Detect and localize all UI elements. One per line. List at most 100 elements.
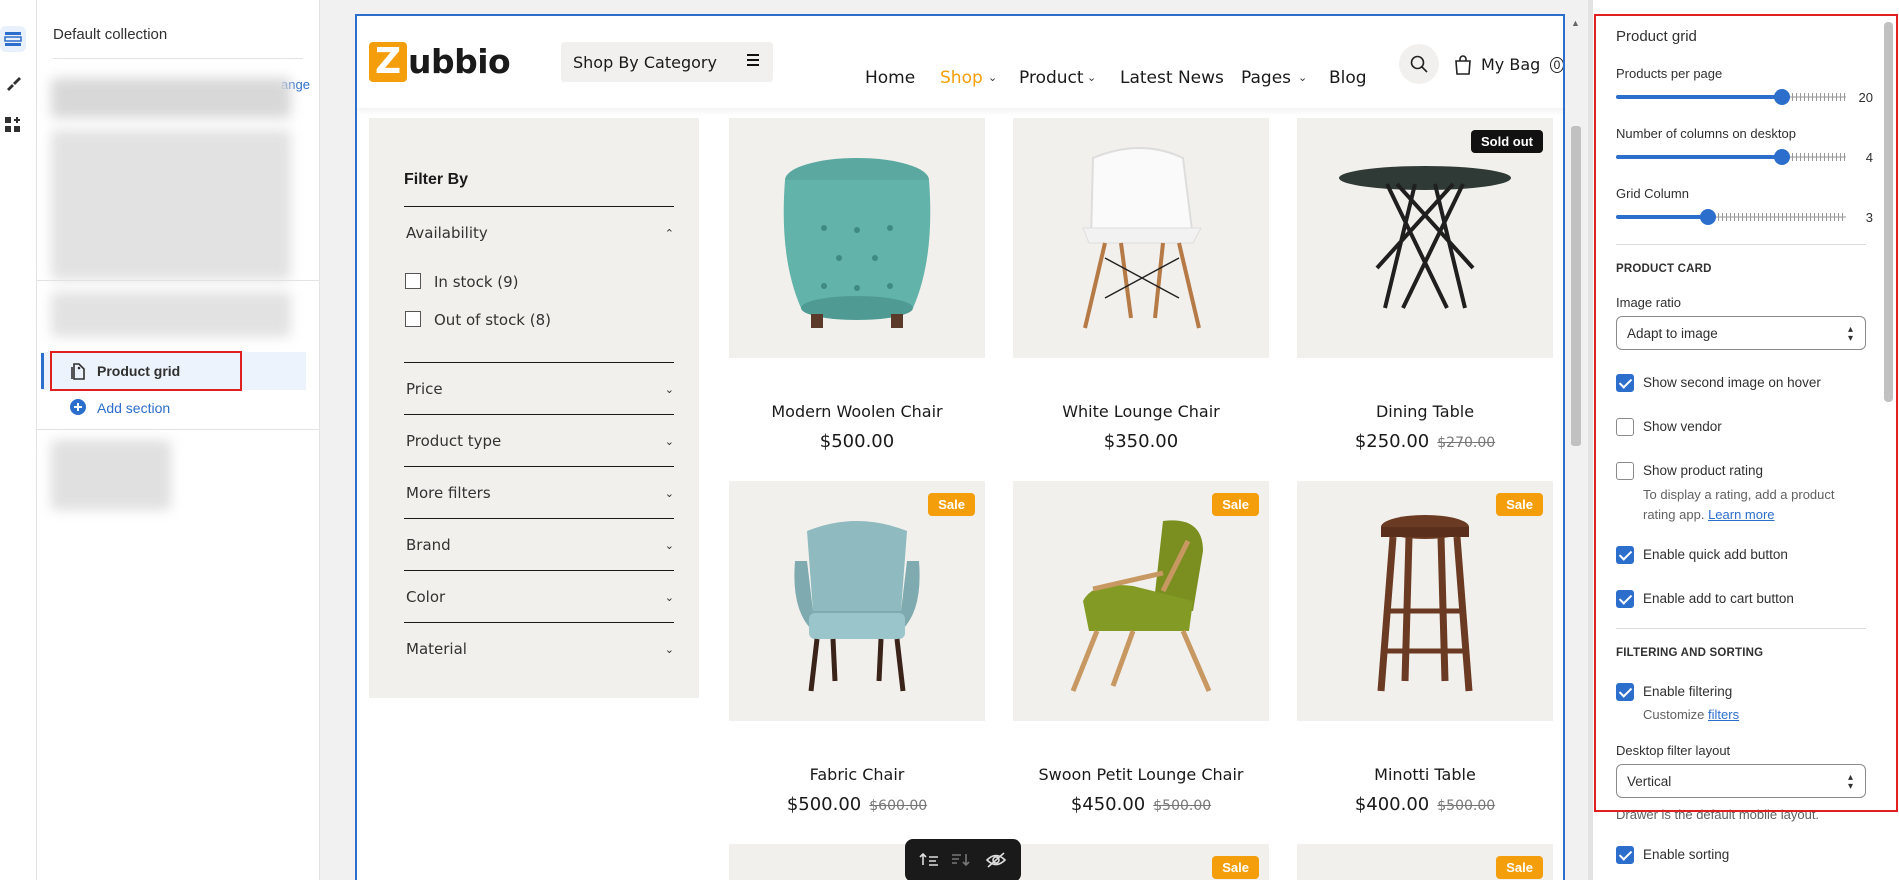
quick-add-checkbox[interactable]	[1616, 546, 1634, 564]
shopping-bag-icon[interactable]	[1452, 54, 1474, 81]
nav-pages[interactable]: Pages	[1241, 68, 1291, 88]
product-image[interactable]: Sale	[729, 481, 985, 721]
filters-link[interactable]: filters	[1708, 707, 1739, 722]
rating-hint: To display a rating, add a product ratin…	[1643, 485, 1835, 525]
product-title[interactable]: White Lounge Chair	[1013, 402, 1269, 421]
theme-settings-brush-icon[interactable]	[0, 70, 26, 96]
product-image[interactable]	[1013, 118, 1269, 358]
learn-more-link[interactable]: Learn more	[1708, 507, 1774, 522]
sale-badge: Sale	[1212, 856, 1259, 879]
nav-home[interactable]: Home	[865, 68, 915, 88]
quick-add-label: Enable quick add button	[1643, 547, 1788, 562]
product-image[interactable]: Sold out	[1297, 118, 1553, 358]
show-rating-checkbox[interactable]	[1616, 462, 1634, 480]
filter-availability-toggle[interactable]: Availability ⌃	[404, 206, 674, 258]
shop-by-category-button[interactable]: Shop By Category	[561, 42, 773, 82]
move-down-icon[interactable]	[951, 851, 971, 874]
product-image[interactable]: Sale	[1013, 844, 1269, 880]
enable-sorting-checkbox[interactable]	[1616, 846, 1634, 864]
grid-column-slider[interactable]	[1616, 208, 1846, 226]
scroll-up-arrow-icon[interactable]: ▲	[1571, 18, 1580, 28]
storefront-preview: Z ubbio Shop By Category Home Shop ⌄ Pro…	[355, 14, 1565, 880]
category-button-label: Shop By Category	[573, 53, 717, 72]
settings-scrollbar-thumb[interactable]	[1884, 22, 1893, 402]
compare-at-price: $600.00	[869, 798, 928, 814]
product-card[interactable]: Sale Swoon Petit Lounge Chair $450.00 $50…	[1013, 481, 1269, 815]
product-image[interactable]: Sale	[1297, 844, 1553, 880]
filter-more-filters-toggle[interactable]: More filters ⌄	[404, 466, 674, 518]
product-title[interactable]: Swoon Petit Lounge Chair	[1013, 765, 1269, 784]
show-rating-label: Show product rating	[1643, 463, 1764, 478]
compare-at-price: $500.00	[1153, 798, 1212, 814]
product-image[interactable]: Sale	[1297, 481, 1553, 721]
fabric-chair-image	[794, 521, 920, 692]
out-of-stock-checkbox[interactable]	[405, 311, 421, 327]
customize-filters-hint: Customize filters	[1643, 705, 1739, 725]
logo-text[interactable]: ubbio	[408, 42, 511, 81]
product-title[interactable]: Dining Table	[1297, 402, 1553, 421]
minotti-stool-image	[1377, 515, 1473, 692]
hamburger-icon	[746, 53, 760, 72]
divider	[53, 58, 303, 59]
in-stock-checkbox[interactable]	[405, 273, 421, 289]
add-to-cart-checkbox[interactable]	[1616, 590, 1634, 608]
show-second-image-label: Show second image on hover	[1643, 375, 1821, 390]
filtering-header: FILTERING AND SORTING	[1616, 647, 1764, 659]
product-card[interactable]: Modern Woolen Chair $500.00	[729, 118, 985, 452]
chevron-down-icon: ⌄	[1087, 72, 1097, 84]
slider-thumb	[1773, 149, 1790, 165]
filter-label: Brand	[406, 536, 451, 554]
product-card[interactable]: Sold out Dining Table $250.00 $270.00	[1297, 118, 1553, 452]
product-card[interactable]: White Lounge Chair $350.00	[1013, 118, 1269, 452]
filter-material-toggle[interactable]: Material ⌄	[404, 622, 674, 674]
search-button[interactable]	[1399, 44, 1439, 84]
enable-filtering-checkbox[interactable]	[1616, 683, 1634, 701]
sections-icon[interactable]	[0, 26, 26, 52]
show-vendor-checkbox[interactable]	[1616, 418, 1634, 436]
logo-mark[interactable]: Z	[369, 42, 407, 82]
image-ratio-value: Adapt to image	[1627, 326, 1718, 341]
filter-brand-toggle[interactable]: Brand ⌄	[404, 518, 674, 570]
select-arrows-icon: ▴ ▾	[1847, 772, 1853, 792]
product-card[interactable]: Sale Fabric Chair $500.00 $600.00	[729, 481, 985, 815]
chevron-down-icon: ⌄	[664, 384, 674, 396]
move-up-icon[interactable]	[919, 851, 939, 874]
product-title[interactable]: Fabric Chair	[729, 765, 985, 784]
show-second-image-checkbox[interactable]	[1616, 374, 1634, 392]
plus-circle-icon[interactable]	[70, 399, 86, 420]
product-title[interactable]: Modern Woolen Chair	[729, 402, 985, 421]
hide-eye-icon[interactable]	[985, 851, 1007, 874]
my-bag-link[interactable]: My Bag	[1481, 55, 1540, 74]
filter-price-toggle[interactable]: Price ⌄	[404, 362, 674, 414]
scrollbar-thumb[interactable]	[1571, 126, 1581, 446]
sale-badge: Sale	[1212, 493, 1259, 516]
apps-icon[interactable]	[0, 112, 26, 138]
add-section-link[interactable]: Add section	[97, 400, 170, 416]
product-image[interactable]: Sale	[1013, 481, 1269, 721]
image-ratio-select[interactable]: Adapt to image ▴ ▾	[1616, 316, 1866, 350]
products-per-page-slider[interactable]	[1616, 88, 1846, 106]
grid-column-label: Grid Column	[1616, 186, 1689, 201]
chevron-down-icon: ⌄	[664, 488, 674, 500]
columns-desktop-slider[interactable]	[1616, 148, 1846, 166]
filter-product-type-toggle[interactable]: Product type ⌄	[404, 414, 674, 466]
product-title[interactable]: Minotti Table	[1297, 765, 1553, 784]
nav-shop[interactable]: Shop	[940, 68, 983, 88]
product-image[interactable]	[729, 118, 985, 358]
product-price: $500.00 $600.00	[729, 794, 985, 815]
chevron-down-icon: ⌄	[664, 592, 674, 604]
product-card[interactable]: Sale Minotti Table $400.00 $500.00	[1297, 481, 1553, 815]
product-price: $250.00 $270.00	[1297, 431, 1553, 452]
nav-blog[interactable]: Blog	[1329, 68, 1367, 88]
desktop-filter-layout-select[interactable]: Vertical ▴ ▾	[1616, 764, 1866, 798]
rating-hint-line2: rating app.	[1643, 507, 1705, 522]
nav-product[interactable]: Product	[1019, 68, 1084, 88]
rating-hint-line1: To display a rating, add a product	[1643, 487, 1835, 502]
preview-scrollbar[interactable]: ▲	[1568, 14, 1584, 880]
divider	[1616, 244, 1866, 245]
chevron-down-icon: ⌄	[664, 644, 674, 656]
drawer-hint: Drawer is the default mobile layout.	[1616, 807, 1820, 822]
filter-color-toggle[interactable]: Color ⌄	[404, 570, 674, 622]
slider-thumb	[1700, 209, 1716, 225]
nav-latest-news[interactable]: Latest News	[1120, 68, 1224, 88]
